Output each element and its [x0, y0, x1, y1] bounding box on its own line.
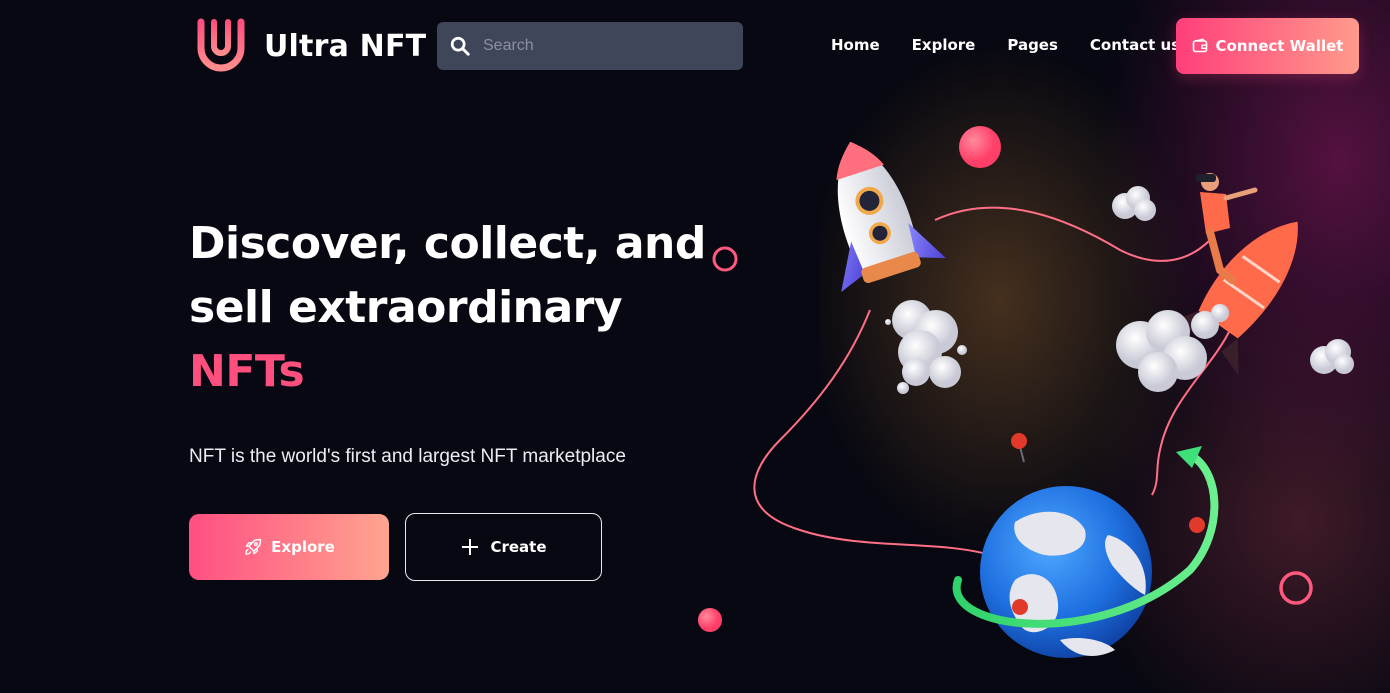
hero-illustration — [753, 126, 1354, 658]
decor-dot-bottom — [698, 608, 722, 632]
hero-title-accent: NFTs — [189, 346, 305, 397]
search-input[interactable] — [483, 37, 723, 55]
search-bar[interactable] — [437, 22, 743, 70]
nav-explore[interactable]: Explore — [912, 36, 976, 54]
hero-title-line1: Discover, collect, and — [189, 218, 706, 269]
create-button[interactable]: Create — [405, 513, 602, 581]
decor-ring-small — [712, 246, 738, 272]
site-header: Ultra NFT Home Explore Pages Contact us … — [0, 0, 1390, 92]
logo[interactable]: Ultra NFT — [196, 18, 426, 74]
hero-title: Discover, collect, and sell extraordinar… — [189, 212, 709, 404]
main-nav: Home Explore Pages Contact us — [831, 36, 1180, 54]
plus-icon — [462, 539, 479, 555]
hero-subtitle: NFT is the world's first and largest NFT… — [189, 446, 626, 467]
search-icon — [450, 36, 470, 56]
ultra-u-logo-icon — [197, 18, 245, 72]
rocket-icon — [245, 538, 262, 555]
hero-title-line2: sell extraordinary — [189, 282, 623, 333]
nav-home[interactable]: Home — [831, 36, 880, 54]
explore-button[interactable]: Explore — [189, 514, 389, 580]
connect-wallet-label: Connect Wallet — [1215, 37, 1344, 55]
brand-name: Ultra NFT — [264, 28, 427, 64]
nav-pages[interactable]: Pages — [1007, 36, 1058, 54]
explore-button-label: Explore — [271, 538, 335, 556]
connect-wallet-button[interactable]: Connect Wallet — [1176, 18, 1359, 74]
create-button-label: Create — [490, 538, 547, 556]
nav-contact-us[interactable]: Contact us — [1090, 36, 1180, 54]
wallet-icon — [1192, 38, 1207, 53]
